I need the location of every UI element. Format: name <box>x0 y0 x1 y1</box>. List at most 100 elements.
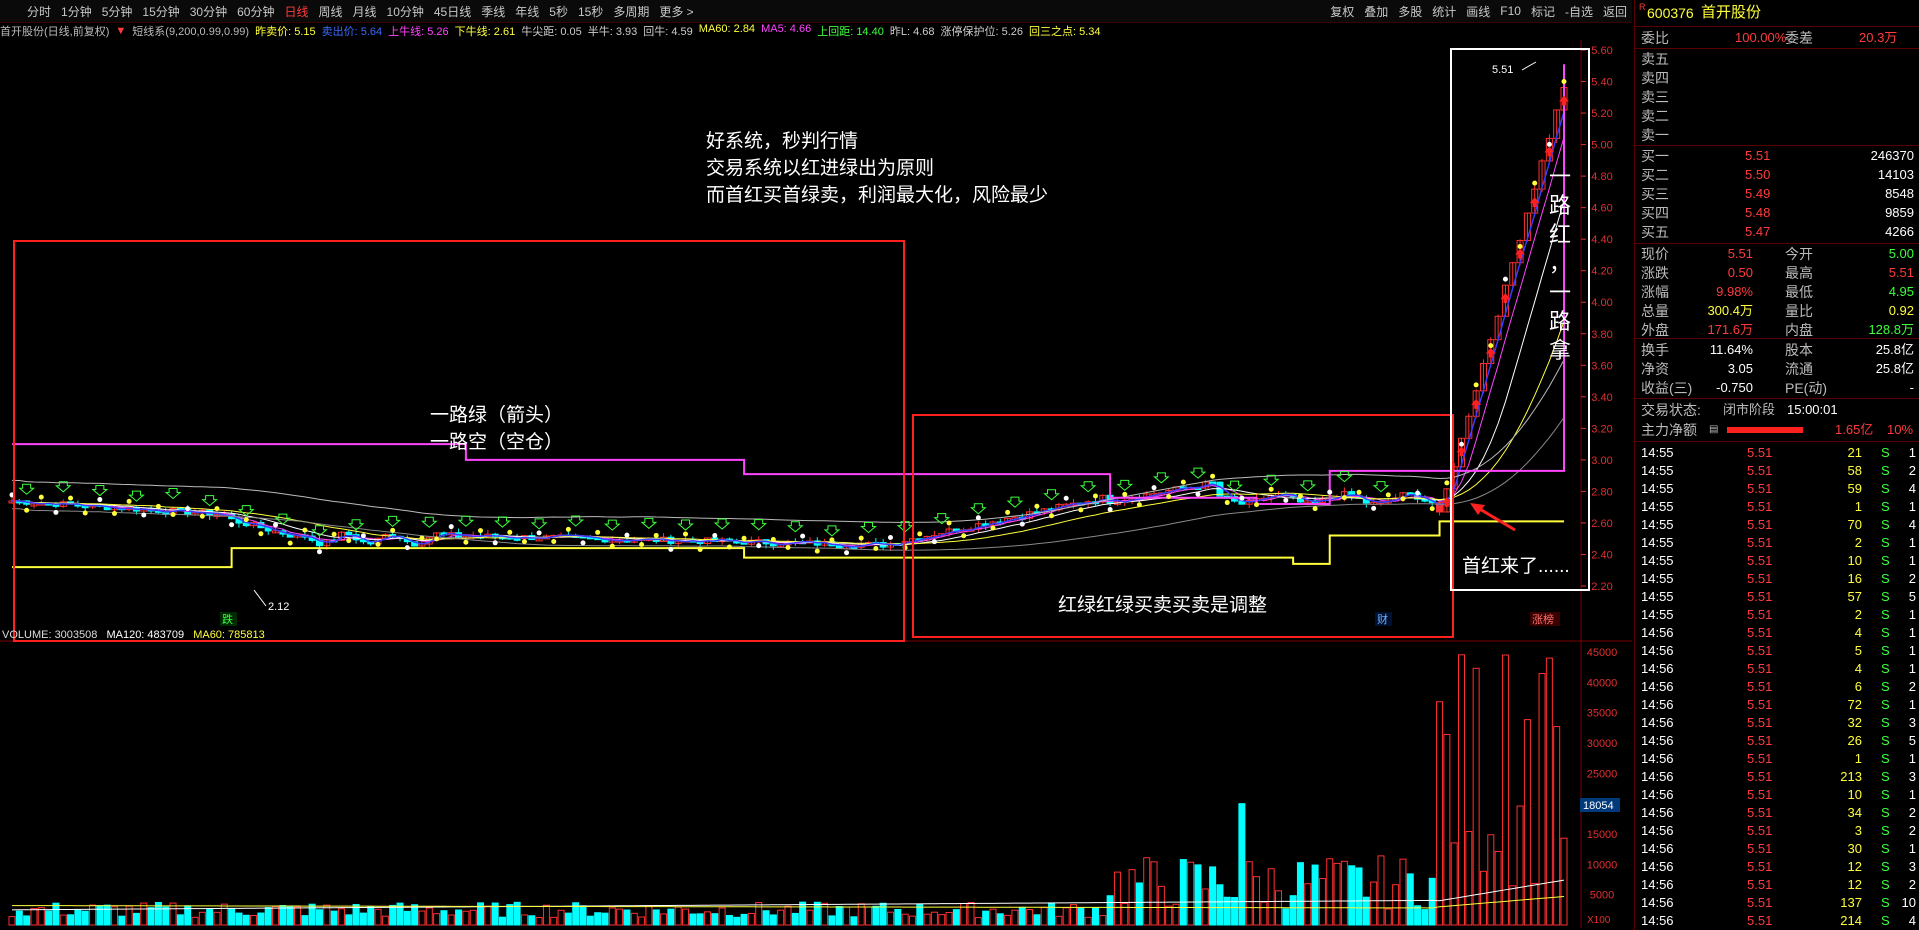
bid-price: 5.51 <box>1745 148 1771 163</box>
stat-label: 换手 <box>1641 342 1669 358</box>
price-axis-label: 3.80 <box>1591 329 1612 341</box>
period-tab[interactable]: 5秒 <box>544 3 573 20</box>
sell-arrow-icon <box>128 490 145 502</box>
price-axis-label: 3.40 <box>1591 392 1612 404</box>
indicator-value: MA5: 4.66 <box>761 23 812 35</box>
tick-price: 5.51 <box>1747 517 1773 532</box>
period-tab[interactable]: 5分钟 <box>97 3 138 20</box>
price-axis-label: 4.80 <box>1591 171 1612 183</box>
signal-dot <box>1444 480 1450 486</box>
signal-dot <box>155 503 161 509</box>
tick-row: 14:56 5.51 32 S 3 <box>1635 714 1919 732</box>
volume-bar <box>872 905 880 926</box>
volume-bar <box>330 910 338 926</box>
divider <box>1635 145 1919 146</box>
collapse-icon[interactable]: ▤ <box>1709 421 1718 439</box>
toolbar-button[interactable]: 统计 <box>1427 3 1461 20</box>
system-annotation: 好系统，秒判行情 交易系统以红进绿出为原则 而首红买首绿卖，利润最大化，风险最少 <box>706 128 1048 209</box>
stat-value: 4.95 <box>1888 284 1914 299</box>
signal-dot <box>1034 503 1040 509</box>
volume-bar <box>381 915 389 926</box>
signal-dot <box>507 529 513 535</box>
weibi-row: 委比 100.00% 委差 20.3万 <box>1635 29 1919 47</box>
period-tab[interactable]: 1分钟 <box>56 3 97 20</box>
period-tab[interactable]: 日线 <box>279 3 313 20</box>
volume-bar <box>1450 842 1458 926</box>
toolbar-button[interactable]: 返回 <box>1598 3 1632 20</box>
sell-arrow-icon <box>494 516 511 528</box>
period-tab[interactable]: 15秒 <box>573 3 608 20</box>
signal-dot <box>1078 507 1084 513</box>
volume-info: VOLUME: 3003508 MA120: 483709 MA60: 7858… <box>2 629 271 641</box>
tick-count: 1 <box>1908 535 1916 550</box>
toolbar-button[interactable]: -自选 <box>1560 3 1598 20</box>
market-flag: R <box>1639 2 1646 12</box>
signal-dot <box>1283 497 1289 503</box>
volume-bar <box>162 906 170 926</box>
tick-price: 5.51 <box>1747 535 1773 550</box>
toolbar-button[interactable]: 多股 <box>1393 3 1427 20</box>
period-tab[interactable]: 30分钟 <box>185 3 232 20</box>
tick-direction: S <box>1881 607 1890 622</box>
volume-bar <box>989 908 997 926</box>
stock-code: 600376 <box>1647 5 1694 21</box>
stat-value: 171.6万 <box>1707 322 1753 337</box>
tick-price: 5.51 <box>1747 589 1773 604</box>
price-axis-label: 2.40 <box>1591 549 1612 561</box>
period-tab[interactable]: 分时 <box>22 3 56 20</box>
volume-axis-label: 10000 <box>1587 859 1618 871</box>
sell-arrow-icon <box>677 519 694 531</box>
signal-dot <box>1488 343 1494 349</box>
signal-dot <box>683 531 689 537</box>
toolbar-button[interactable]: 标记 <box>1526 3 1560 20</box>
stat-value: 25.8亿 <box>1875 342 1914 357</box>
toolbar-button[interactable]: 画线 <box>1461 3 1495 20</box>
tick-direction: S <box>1881 787 1890 802</box>
volume-bar <box>594 912 602 926</box>
ask-row: 卖二 <box>1635 107 1919 125</box>
period-tab[interactable]: 周线 <box>313 3 347 20</box>
volume-bar <box>894 908 902 926</box>
indicator-name[interactable]: 短线系(9,200,0.99,0.99) <box>132 23 249 39</box>
period-tab[interactable]: 季线 <box>476 3 510 20</box>
tick-time: 14:55 <box>1641 571 1674 586</box>
volume-bar <box>1033 914 1041 926</box>
tick-count: 1 <box>1908 787 1916 802</box>
period-tab[interactable]: 45日线 <box>429 3 476 20</box>
sell-arrow-icon <box>1372 481 1390 493</box>
volume-bar <box>630 912 638 926</box>
price-axis-label: 2.60 <box>1591 518 1612 530</box>
signal-dot <box>316 549 322 555</box>
tick-price: 5.51 <box>1747 661 1773 676</box>
period-tab[interactable]: 10分钟 <box>382 3 429 20</box>
down-arrow-icon[interactable]: ▼ <box>115 25 126 37</box>
stat-row: 现价 5.51 今开 5.00 <box>1635 245 1919 263</box>
signal-dot <box>726 544 732 550</box>
bid-volume: 9859 <box>1885 205 1914 220</box>
weibi-label: 委比 <box>1641 30 1669 46</box>
toolbar-button[interactable]: 复权 <box>1325 3 1359 20</box>
toolbar-button[interactable]: F10 <box>1495 4 1526 18</box>
tick-volume: 26 <box>1847 733 1862 748</box>
signal-dot <box>1297 493 1303 499</box>
tick-direction: S <box>1881 895 1890 910</box>
tick-price: 5.51 <box>1747 895 1773 910</box>
volume-bar <box>755 902 763 926</box>
period-tab[interactable]: 多周期 <box>608 3 654 20</box>
bid-price: 5.47 <box>1745 224 1771 239</box>
period-tab[interactable]: 更多 > <box>654 3 698 20</box>
volume-bar <box>660 913 668 926</box>
signal-dot <box>404 545 410 551</box>
period-tab[interactable]: 年线 <box>510 3 544 20</box>
period-tab[interactable]: 月线 <box>348 3 382 20</box>
sell-arrow-icon <box>237 505 255 517</box>
high-price-label: 5.51 <box>1492 64 1513 76</box>
volume-bar <box>1179 859 1187 926</box>
volume-bar <box>1296 862 1304 926</box>
toolbar-button[interactable]: 叠加 <box>1359 3 1393 20</box>
volume-bar <box>345 914 353 926</box>
stat-row: 涨幅 9.98% 最低 4.95 <box>1635 283 1919 301</box>
period-tab[interactable]: 15分钟 <box>137 3 184 20</box>
period-tab[interactable]: 60分钟 <box>232 3 279 20</box>
tick-count: 5 <box>1908 589 1916 604</box>
